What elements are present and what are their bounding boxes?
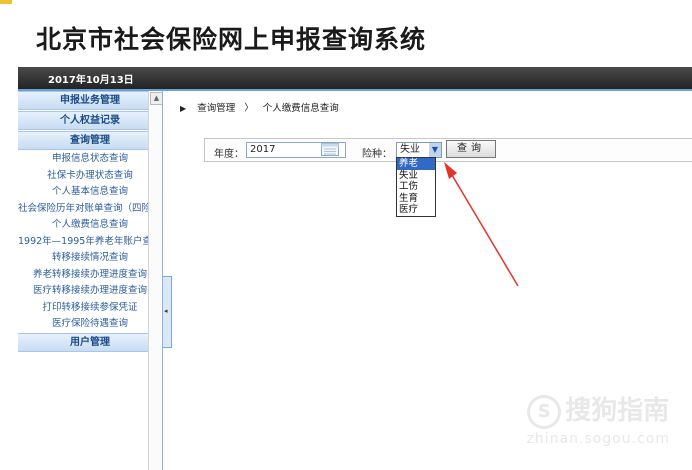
- chevron-down-icon[interactable]: ▼: [429, 143, 441, 157]
- breadcrumb-separator: 〉: [244, 103, 254, 114]
- option-unemployment[interactable]: 失业: [397, 170, 435, 182]
- sidebar-item-medical-transfer-progress[interactable]: 医疗转移接续办理进度查询: [18, 283, 162, 300]
- sidebar-item-print-voucher[interactable]: 打印转移接续参保凭证: [18, 300, 162, 317]
- sidebar-section-user[interactable]: 用户管理: [18, 332, 162, 352]
- sidebar-item-pension-transfer-progress[interactable]: 养老转移接续办理进度查询: [18, 267, 162, 284]
- play-icon: ▶: [180, 104, 187, 113]
- query-button[interactable]: 查询: [446, 140, 496, 158]
- sidebar-section-declaration[interactable]: 申报业务管理: [18, 91, 162, 110]
- sidebar-section-rights[interactable]: 个人权益记录: [18, 111, 162, 130]
- corner-accent: [0, 0, 12, 4]
- sidebar-item-pension-account[interactable]: 1992年—1995年养老年账户查: [18, 234, 162, 251]
- insurance-dropdown-list: 养老 失业 工伤 生育 医疗: [396, 157, 436, 217]
- sidebar-item-basic-info[interactable]: 个人基本信息查询: [18, 184, 162, 201]
- sidebar-scrollbar[interactable]: ▲: [148, 91, 163, 470]
- sidebar-item-transfer-status[interactable]: 转移接续情况查询: [18, 250, 162, 267]
- option-medical[interactable]: 医疗: [397, 204, 435, 216]
- sidebar-item-annual-statement[interactable]: 社会保险历年对账单查询（四险: [18, 201, 162, 218]
- calendar-icon[interactable]: [321, 143, 339, 156]
- sidebar-collapse-toggle[interactable]: ◂: [163, 276, 172, 348]
- option-maternity[interactable]: 生育: [397, 193, 435, 205]
- sidebar-section-query[interactable]: 查询管理: [18, 131, 162, 150]
- sidebar: 申报业务管理 个人权益记录 查询管理 申报信息状态查询 社保卡办理状态查询 个人…: [18, 91, 162, 470]
- insurance-select[interactable]: 失业 ▼: [396, 142, 442, 158]
- breadcrumb: ▶ 查询管理 〉 个人缴费信息查询: [180, 100, 339, 114]
- watermark-url: zhinan.sogou.com: [526, 430, 670, 447]
- system-title: 北京市社会保险网上申报查询系统: [36, 25, 427, 54]
- breadcrumb-current: 个人缴费信息查询: [262, 103, 339, 114]
- watermark-brand: 搜狗指南: [565, 396, 670, 426]
- sidebar-item-payment-info[interactable]: 个人缴费信息查询: [18, 217, 162, 234]
- watermark-logo: S 搜狗指南: [527, 390, 670, 429]
- caret-left-icon: ◂: [164, 307, 168, 315]
- option-work-injury[interactable]: 工伤: [397, 181, 435, 193]
- watermark: S 搜狗指南 zhinan.sogou.com: [527, 390, 670, 447]
- breadcrumb-parent[interactable]: 查询管理: [197, 103, 235, 114]
- sidebar-item-declaration-status[interactable]: 申报信息状态查询: [18, 151, 162, 168]
- sidebar-item-card-status[interactable]: 社保卡办理状态查询: [18, 168, 162, 185]
- insurance-label: 险种：: [362, 149, 392, 160]
- insurance-selected-value: 失业: [400, 144, 420, 155]
- year-label: 年度：: [214, 149, 244, 160]
- current-date: 2017年10月13日: [48, 75, 134, 86]
- date-bar: 2017年10月13日: [18, 67, 692, 91]
- option-pension[interactable]: 养老: [397, 158, 435, 170]
- sidebar-item-medical-benefits[interactable]: 医疗保险待遇查询: [18, 316, 162, 333]
